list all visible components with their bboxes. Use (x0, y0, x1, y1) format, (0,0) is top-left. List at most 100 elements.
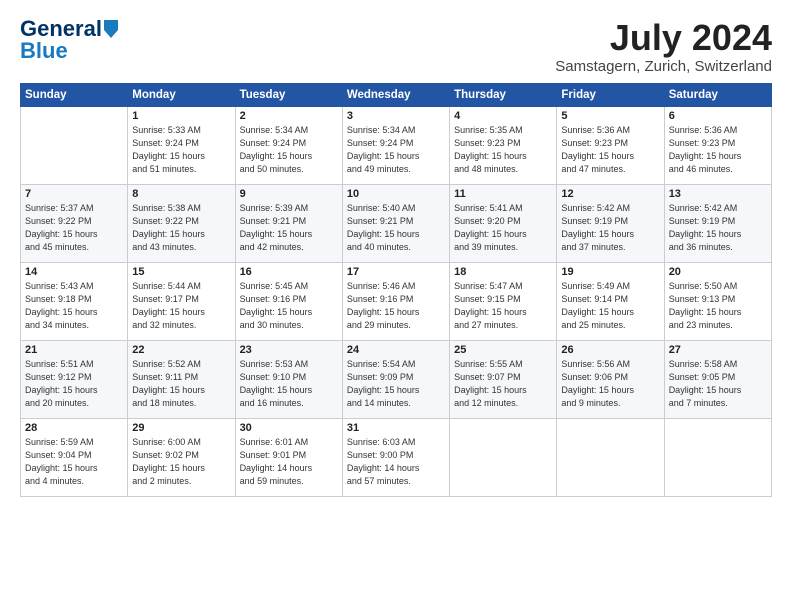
calendar-cell (664, 418, 771, 496)
cell-info: Sunrise: 5:42 AM Sunset: 9:19 PM Dayligh… (561, 202, 659, 254)
calendar-cell: 24 Sunrise: 5:54 AM Sunset: 9:09 PM Dayli… (342, 340, 449, 418)
weekday-header: Wednesday (342, 83, 449, 106)
cell-info: Sunrise: 5:40 AM Sunset: 9:21 PM Dayligh… (347, 202, 445, 254)
logo-blue-text: Blue (20, 40, 68, 62)
cell-info: Sunrise: 5:33 AM Sunset: 9:24 PM Dayligh… (132, 124, 230, 176)
day-number: 14 (25, 266, 123, 278)
day-number: 26 (561, 344, 659, 356)
day-number: 24 (347, 344, 445, 356)
weekday-header: Friday (557, 83, 664, 106)
calendar-cell: 8Sunrise: 5:38 AM Sunset: 9:22 PM Daylig… (128, 184, 235, 262)
weekday-header: Sunday (21, 83, 128, 106)
title-block: July 2024 Samstagern, Zurich, Switzerlan… (555, 18, 772, 75)
cell-info: Sunrise: 5:42 AM Sunset: 9:19 PM Dayligh… (669, 202, 767, 254)
day-number: 19 (561, 266, 659, 278)
calendar-cell: 14 Sunrise: 5:43 AM Sunset: 9:18 PM Dayli… (21, 262, 128, 340)
day-number: 23 (240, 344, 338, 356)
day-number: 30 (240, 422, 338, 434)
calendar-week-row: 7 Sunrise: 5:37 AM Sunset: 9:22 PM Daylig… (21, 184, 772, 262)
day-number: 17 (347, 266, 445, 278)
day-number: 7 (25, 188, 123, 200)
cell-info: Sunrise: 6:01 AM Sunset: 9:01 PM Dayligh… (240, 436, 338, 488)
calendar-cell: 16 Sunrise: 5:45 AM Sunset: 9:16 PM Dayli… (235, 262, 342, 340)
calendar-cell: 7 Sunrise: 5:37 AM Sunset: 9:22 PM Daylig… (21, 184, 128, 262)
cell-info: Sunrise: 5:58 AM Sunset: 9:05 PM Dayligh… (669, 358, 767, 410)
day-number: 4 (454, 110, 552, 122)
calendar-cell: 3 Sunrise: 5:34 AM Sunset: 9:24 PM Daylig… (342, 106, 449, 184)
day-number: 10 (347, 188, 445, 200)
day-number: 2 (240, 110, 338, 122)
cell-info: Sunrise: 5:36 AM Sunset: 9:23 PM Dayligh… (561, 124, 659, 176)
calendar-cell: 26 Sunrise: 5:56 AM Sunset: 9:06 PM Dayli… (557, 340, 664, 418)
cell-info: Sunrise: 5:44 AM Sunset: 9:17 PM Dayligh… (132, 280, 230, 332)
calendar-table: SundayMondayTuesdayWednesdayThursdayFrid… (20, 83, 772, 497)
calendar-cell: 19 Sunrise: 5:49 AM Sunset: 9:14 PM Dayli… (557, 262, 664, 340)
cell-info: Sunrise: 5:45 AM Sunset: 9:16 PM Dayligh… (240, 280, 338, 332)
day-number: 12 (561, 188, 659, 200)
calendar-cell: 10 Sunrise: 5:40 AM Sunset: 9:21 PM Dayli… (342, 184, 449, 262)
logo: General Blue (20, 18, 118, 62)
cell-info: Sunrise: 5:34 AM Sunset: 9:24 PM Dayligh… (347, 124, 445, 176)
cell-info: Sunrise: 5:37 AM Sunset: 9:22 PM Dayligh… (25, 202, 123, 254)
cell-info: Sunrise: 5:34 AM Sunset: 9:24 PM Dayligh… (240, 124, 338, 176)
calendar-cell: 30 Sunrise: 6:01 AM Sunset: 9:01 PM Dayli… (235, 418, 342, 496)
day-number: 16 (240, 266, 338, 278)
day-number: 8 (132, 188, 230, 200)
month-title: July 2024 (555, 18, 772, 58)
cell-info: Sunrise: 5:50 AM Sunset: 9:13 PM Dayligh… (669, 280, 767, 332)
calendar-page: General Blue July 2024 Samstagern, Zuric… (0, 0, 792, 612)
day-number: 22 (132, 344, 230, 356)
logo-icon (104, 20, 118, 38)
calendar-cell: 25Sunrise: 5:55 AM Sunset: 9:07 PM Dayli… (450, 340, 557, 418)
calendar-cell: 9Sunrise: 5:39 AM Sunset: 9:21 PM Daylig… (235, 184, 342, 262)
day-number: 5 (561, 110, 659, 122)
header: General Blue July 2024 Samstagern, Zuric… (20, 18, 772, 75)
calendar-cell: 2 Sunrise: 5:34 AM Sunset: 9:24 PM Daylig… (235, 106, 342, 184)
cell-info: Sunrise: 5:35 AM Sunset: 9:23 PM Dayligh… (454, 124, 552, 176)
calendar-cell: 28Sunrise: 5:59 AM Sunset: 9:04 PM Dayli… (21, 418, 128, 496)
calendar-cell: 18Sunrise: 5:47 AM Sunset: 9:15 PM Dayli… (450, 262, 557, 340)
day-number: 18 (454, 266, 552, 278)
cell-info: Sunrise: 5:55 AM Sunset: 9:07 PM Dayligh… (454, 358, 552, 410)
calendar-cell: 12 Sunrise: 5:42 AM Sunset: 9:19 PM Dayli… (557, 184, 664, 262)
calendar-cell: 6 Sunrise: 5:36 AM Sunset: 9:23 PM Daylig… (664, 106, 771, 184)
cell-info: Sunrise: 5:52 AM Sunset: 9:11 PM Dayligh… (132, 358, 230, 410)
day-number: 15 (132, 266, 230, 278)
calendar-cell: 23Sunrise: 5:53 AM Sunset: 9:10 PM Dayli… (235, 340, 342, 418)
day-number: 11 (454, 188, 552, 200)
calendar-cell: 27Sunrise: 5:58 AM Sunset: 9:05 PM Dayli… (664, 340, 771, 418)
cell-info: Sunrise: 5:51 AM Sunset: 9:12 PM Dayligh… (25, 358, 123, 410)
day-number: 21 (25, 344, 123, 356)
day-number: 1 (132, 110, 230, 122)
cell-info: Sunrise: 5:39 AM Sunset: 9:21 PM Dayligh… (240, 202, 338, 254)
calendar-cell: 15 Sunrise: 5:44 AM Sunset: 9:17 PM Dayli… (128, 262, 235, 340)
calendar-cell: 21 Sunrise: 5:51 AM Sunset: 9:12 PM Dayli… (21, 340, 128, 418)
cell-info: Sunrise: 5:54 AM Sunset: 9:09 PM Dayligh… (347, 358, 445, 410)
calendar-cell: 4 Sunrise: 5:35 AM Sunset: 9:23 PM Daylig… (450, 106, 557, 184)
calendar-cell: 11Sunrise: 5:41 AM Sunset: 9:20 PM Dayli… (450, 184, 557, 262)
day-number: 6 (669, 110, 767, 122)
calendar-week-row: 1 Sunrise: 5:33 AM Sunset: 9:24 PM Daylig… (21, 106, 772, 184)
cell-info: Sunrise: 5:59 AM Sunset: 9:04 PM Dayligh… (25, 436, 123, 488)
weekday-header: Monday (128, 83, 235, 106)
day-number: 31 (347, 422, 445, 434)
cell-info: Sunrise: 6:03 AM Sunset: 9:00 PM Dayligh… (347, 436, 445, 488)
weekday-header: Tuesday (235, 83, 342, 106)
calendar-week-row: 21 Sunrise: 5:51 AM Sunset: 9:12 PM Dayli… (21, 340, 772, 418)
day-number: 3 (347, 110, 445, 122)
cell-info: Sunrise: 5:36 AM Sunset: 9:23 PM Dayligh… (669, 124, 767, 176)
cell-info: Sunrise: 5:46 AM Sunset: 9:16 PM Dayligh… (347, 280, 445, 332)
calendar-cell: 29 Sunrise: 6:00 AM Sunset: 9:02 PM Dayli… (128, 418, 235, 496)
cell-info: Sunrise: 5:43 AM Sunset: 9:18 PM Dayligh… (25, 280, 123, 332)
calendar-cell: 5 Sunrise: 5:36 AM Sunset: 9:23 PM Daylig… (557, 106, 664, 184)
cell-info: Sunrise: 5:56 AM Sunset: 9:06 PM Dayligh… (561, 358, 659, 410)
calendar-cell: 13 Sunrise: 5:42 AM Sunset: 9:19 PM Dayli… (664, 184, 771, 262)
day-number: 29 (132, 422, 230, 434)
day-number: 13 (669, 188, 767, 200)
day-number: 20 (669, 266, 767, 278)
calendar-cell (557, 418, 664, 496)
cell-info: Sunrise: 6:00 AM Sunset: 9:02 PM Dayligh… (132, 436, 230, 488)
calendar-cell: 1 Sunrise: 5:33 AM Sunset: 9:24 PM Daylig… (128, 106, 235, 184)
logo-general-text: General (20, 18, 102, 40)
cell-info: Sunrise: 5:49 AM Sunset: 9:14 PM Dayligh… (561, 280, 659, 332)
